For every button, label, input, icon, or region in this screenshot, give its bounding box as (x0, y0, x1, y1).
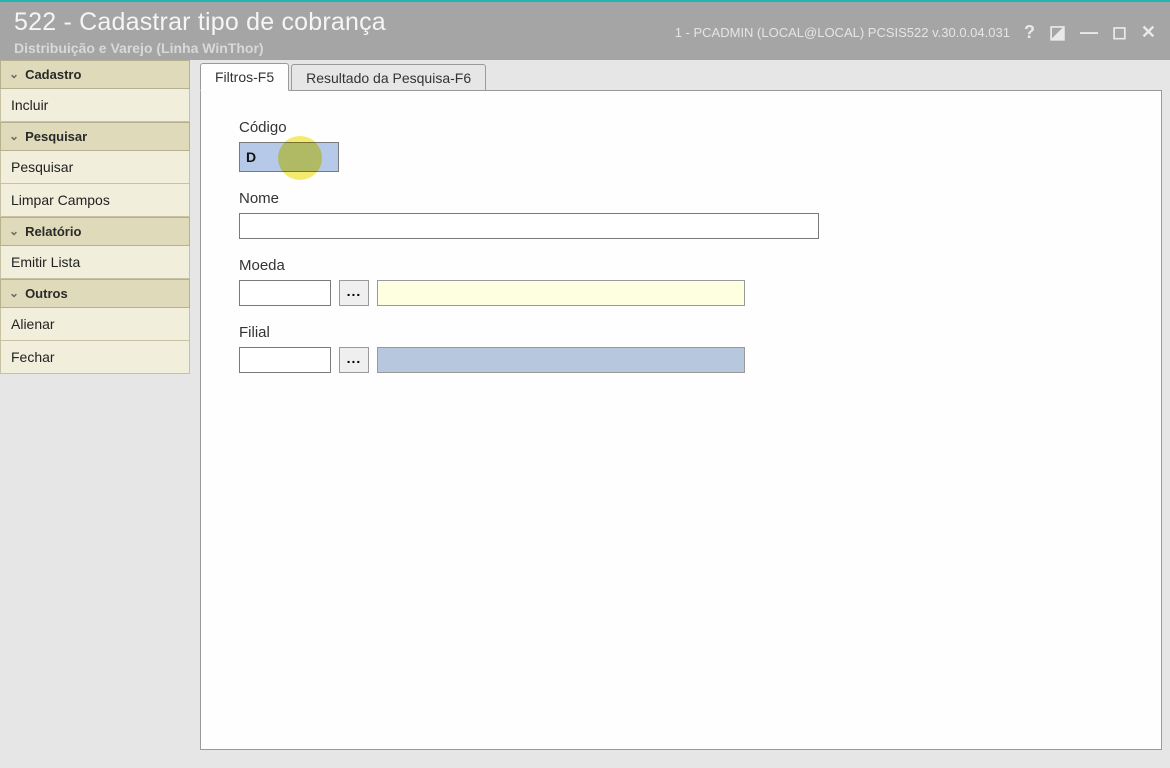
sidebar-item-emitir-lista[interactable]: Emitir Lista (0, 246, 190, 279)
nome-input[interactable] (239, 213, 819, 239)
sidebar-item-incluir[interactable]: Incluir (0, 89, 190, 122)
maximize-icon[interactable]: ◻ (1112, 22, 1127, 43)
content-area: Filtros-F5 Resultado da Pesquisa-F6 Códi… (190, 60, 1170, 768)
sidebar-item-fechar[interactable]: Fechar (0, 341, 190, 374)
tabs: Filtros-F5 Resultado da Pesquisa-F6 (200, 62, 1162, 90)
sidebar-header-outros[interactable]: ⌄ Outros (0, 279, 190, 308)
chevron-down-icon: ⌄ (9, 129, 19, 143)
minimize-icon[interactable]: — (1080, 22, 1098, 43)
filial-code-input[interactable] (239, 347, 331, 373)
body-area: ⌄ Cadastro Incluir ⌄ Pesquisar Pesquisar… (0, 60, 1170, 768)
edit-icon[interactable]: ◪ (1049, 22, 1066, 43)
field-group-nome: Nome (239, 190, 1123, 239)
sidebar-header-relatorio[interactable]: ⌄ Relatório (0, 217, 190, 246)
titlebar-left: 522 - Cadastrar tipo de cobrança Distrib… (14, 8, 386, 56)
sidebar-header-cadastro[interactable]: ⌄ Cadastro (0, 60, 190, 89)
moeda-desc-field (377, 280, 745, 306)
filial-desc-field (377, 347, 745, 373)
sidebar-header-label: Outros (25, 286, 68, 301)
tab-panel-filtros: Código Nome Moeda ... (200, 90, 1162, 750)
moeda-code-input[interactable] (239, 280, 331, 306)
sidebar-item-alienar[interactable]: Alienar (0, 308, 190, 341)
sidebar-header-pesquisar[interactable]: ⌄ Pesquisar (0, 122, 190, 151)
window-subtitle: Distribuição e Varejo (Linha WinThor) (14, 40, 386, 56)
filial-row: ... (239, 347, 1123, 373)
chevron-down-icon: ⌄ (9, 67, 19, 81)
sidebar-item-pesquisar[interactable]: Pesquisar (0, 151, 190, 184)
codigo-input-wrap (239, 142, 339, 172)
moeda-lookup-button[interactable]: ... (339, 280, 369, 306)
window-controls: ? ◪ — ◻ ✕ (1024, 22, 1156, 43)
codigo-input[interactable] (246, 149, 332, 165)
tab-filtros[interactable]: Filtros-F5 (200, 63, 289, 91)
titlebar: 522 - Cadastrar tipo de cobrança Distrib… (0, 2, 1170, 60)
filial-label: Filial (239, 324, 1123, 341)
field-group-codigo: Código (239, 119, 1123, 172)
help-icon[interactable]: ? (1024, 22, 1035, 43)
sidebar-header-label: Relatório (25, 224, 81, 239)
filial-lookup-button[interactable]: ... (339, 347, 369, 373)
field-group-filial: Filial ... (239, 324, 1123, 373)
sidebar: ⌄ Cadastro Incluir ⌄ Pesquisar Pesquisar… (0, 60, 190, 768)
close-icon[interactable]: ✕ (1141, 22, 1156, 43)
field-group-moeda: Moeda ... (239, 257, 1123, 306)
window-title: 522 - Cadastrar tipo de cobrança (14, 8, 386, 37)
tab-resultado[interactable]: Resultado da Pesquisa-F6 (291, 64, 486, 91)
sidebar-header-label: Cadastro (25, 67, 81, 82)
sidebar-header-label: Pesquisar (25, 129, 87, 144)
codigo-label: Código (239, 119, 1123, 136)
moeda-row: ... (239, 280, 1123, 306)
nome-label: Nome (239, 190, 1123, 207)
moeda-label: Moeda (239, 257, 1123, 274)
chevron-down-icon: ⌄ (9, 224, 19, 238)
sidebar-item-limpar-campos[interactable]: Limpar Campos (0, 184, 190, 217)
chevron-down-icon: ⌄ (9, 286, 19, 300)
status-text: 1 - PCADMIN (LOCAL@LOCAL) PCSIS522 v.30.… (675, 25, 1010, 40)
titlebar-right: 1 - PCADMIN (LOCAL@LOCAL) PCSIS522 v.30.… (675, 22, 1156, 43)
app-window: 522 - Cadastrar tipo de cobrança Distrib… (0, 0, 1170, 768)
